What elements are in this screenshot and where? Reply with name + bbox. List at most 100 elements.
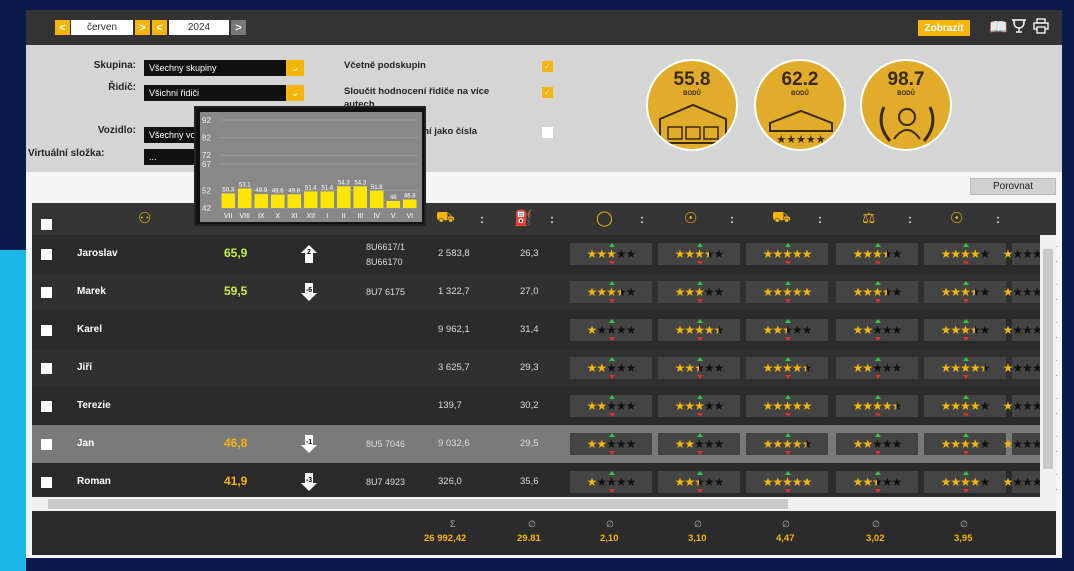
- vertical-scrollbar-thumb[interactable]: [1043, 249, 1053, 469]
- vcetne-podskupin-label: Včetně podskupin: [344, 60, 426, 71]
- chevron-down-icon: ⌄: [286, 85, 304, 101]
- table-row[interactable]: Roman 41,9 -3 8U7 4923 326,0 35,6 ★ ★ ★ ★ ★ ★ ★ ★ ★ ★ ★ ★…: [32, 463, 1057, 501]
- porovnat-button[interactable]: Porovnat: [970, 178, 1056, 195]
- table-row[interactable]: Terezie 139,7 30,2 ★ ★ ★ ★ ★ ★ ★ ★ ★ ★ ★ ★ ★ ★ ★ ★ ★ ★ ★ ★ ★ ★ ★ ★…: [32, 387, 1057, 425]
- consumption-value: 27,0: [520, 286, 539, 297]
- column-menu-icon[interactable]: :: [550, 212, 554, 226]
- trend-value: -3: [305, 477, 313, 484]
- chart-bar: [337, 186, 351, 208]
- avg-symbol: ∅: [872, 519, 880, 529]
- table-row[interactable]: Jaroslav 65,9 2 8U6617/1 8U66170 2 583,8 26,3 ★…: [32, 235, 1057, 273]
- table-row[interactable]: Karel 9 962,1 31,4 ★ ★ ★ ★ ★ ★ ★ ★ ★ ★ ★ ★ ★ ★ ★ ★ ★ ★ ★ ★ ★ ★ ★ ★…: [32, 311, 1057, 349]
- score-history-chart: 92827267524250.3VII53.1VIII49.9IX49.6X49…: [202, 116, 418, 220]
- month-select[interactable]: červen: [71, 20, 133, 35]
- column-menu-icon[interactable]: :: [908, 212, 912, 226]
- row-checkbox[interactable]: [41, 363, 52, 374]
- y-tick-label: 72: [202, 151, 211, 160]
- row-checkbox[interactable]: [41, 477, 52, 488]
- x-tick-label: III: [357, 213, 363, 220]
- next-month-button[interactable]: >: [135, 20, 150, 35]
- avg-symbol: ∅: [606, 519, 614, 529]
- col2-avg: 3,10: [688, 533, 707, 544]
- background-accent: [0, 250, 26, 571]
- prev-year-button[interactable]: <: [152, 20, 167, 35]
- driver-name: Marek: [77, 286, 106, 297]
- rating-stars: ★★★★★: [1003, 319, 1057, 341]
- fuel-icon[interactable]: ⛽: [514, 209, 533, 227]
- rating-stars: ★★★★★: [836, 281, 918, 303]
- skupina-select[interactable]: Všechny skupiny ⌄: [144, 60, 304, 76]
- horizontal-scrollbar[interactable]: [32, 497, 1056, 511]
- plate-number: 8U7 4923: [366, 477, 406, 487]
- next-year-button[interactable]: >: [231, 20, 246, 35]
- eco-icon[interactable]: ◯: [596, 209, 613, 227]
- truck-icon[interactable]: ⛟: [436, 209, 455, 228]
- x-tick-label: I: [326, 213, 328, 220]
- plate-number: 8U6617/1: [366, 242, 406, 252]
- chart-bar: [221, 193, 235, 208]
- print-icon[interactable]: [1033, 18, 1049, 38]
- app-window: < červen > < 2024 > Zobrazit 📖 Skupina: …: [26, 10, 1062, 558]
- column-menu-icon[interactable]: :: [640, 212, 644, 226]
- row-checkbox[interactable]: [41, 439, 52, 450]
- trend-value: 2: [307, 249, 311, 256]
- row-checkbox[interactable]: [41, 401, 52, 412]
- zobrazit-button[interactable]: Zobrazit: [918, 20, 970, 36]
- avg-symbol: ∅: [960, 519, 968, 529]
- book-icon[interactable]: 📖: [989, 18, 1008, 36]
- rating-stars: ★★★★★: [658, 471, 740, 493]
- vozidlo-label: Vozidlo:: [97, 125, 136, 136]
- vehicle-icon[interactable]: ⛟: [772, 209, 791, 228]
- column-menu-icon[interactable]: :: [480, 212, 484, 226]
- rating-stars: ★★★★★: [570, 243, 652, 265]
- rating-stars: ★★★★★: [924, 433, 1006, 455]
- km-value: 3 625,7: [438, 362, 470, 373]
- row-checkbox[interactable]: [41, 325, 52, 336]
- vertical-scrollbar[interactable]: [1040, 235, 1056, 497]
- column-menu-icon[interactable]: :: [996, 212, 1000, 226]
- ridic-label: Řidič:: [108, 82, 136, 93]
- rating-stars: ★★★★★: [746, 471, 828, 493]
- column-menu-icon[interactable]: :: [818, 212, 822, 226]
- consumption-value: 29,3: [520, 362, 539, 373]
- x-tick-label: VI: [406, 213, 413, 220]
- y-tick-label: 82: [202, 134, 211, 143]
- attention-icon[interactable]: ☉: [950, 209, 963, 227]
- rating-stars: ★★★★★: [570, 471, 652, 493]
- horizontal-scrollbar-thumb[interactable]: [48, 499, 788, 509]
- driver-icon[interactable]: ⚇: [138, 209, 151, 227]
- table-row[interactable]: Marek 59,5 -6 8U7 6175 1 322,7 27,0 ★ ★ ★ ★ ★ ★ ★ ★ ★ ★…: [32, 273, 1057, 311]
- year-select[interactable]: 2024: [169, 20, 229, 35]
- table-row[interactable]: Jan 46,8 -1 8U5 7046 9 032,6 29,5 ★ ★ ★ ★ ★ ★ ★ ★ ★ ★ ★ ★…: [32, 425, 1057, 463]
- rating-stars: ★★★★★: [570, 281, 652, 303]
- trophy-icon[interactable]: [1011, 18, 1027, 38]
- ridic-select[interactable]: Všichni řidiči ⌄: [144, 85, 304, 101]
- speed-icon[interactable]: ☉: [684, 209, 697, 227]
- zobrazit-cisla-checkbox[interactable]: [542, 127, 553, 138]
- column-menu-icon[interactable]: :: [730, 212, 734, 226]
- trend-down-icon: -3: [300, 472, 318, 492]
- bar-value-label: 51.4: [321, 185, 333, 191]
- driver-name: Roman: [77, 476, 111, 487]
- y-tick-label: 67: [202, 160, 211, 169]
- prev-month-button[interactable]: <: [55, 20, 70, 35]
- table-row[interactable]: Jiří 3 625,7 29,3 ★ ★ ★ ★ ★ ★ ★ ★ ★ ★ ★ ★ ★ ★ ★ ★ ★ ★ ★ ★ ★ ★ ★ ★ ★…: [32, 349, 1057, 387]
- chevron-down-icon: ⌄: [286, 60, 304, 76]
- chart-bar: [386, 200, 400, 208]
- km-value: 2 583,8: [438, 248, 470, 259]
- x-tick-label: IX: [258, 213, 265, 220]
- sloucit-checkbox[interactable]: ✓: [542, 87, 553, 98]
- driver-name: Karel: [77, 324, 103, 335]
- chart-bar: [287, 194, 301, 208]
- bar-value-label: 49.6: [272, 189, 284, 195]
- rating-stars: ★★★★★: [1003, 357, 1057, 379]
- rating-stars: ★★★★★: [1003, 471, 1057, 493]
- row-checkbox[interactable]: [41, 249, 52, 260]
- km-total: 26 992,42: [424, 533, 467, 544]
- table-footer: Σ 26 992,42 ∅ 29.81 ∅ 2,10 ∅ 3,10 ∅ 4,47…: [32, 511, 1056, 555]
- row-checkbox[interactable]: [41, 287, 52, 298]
- weight-icon[interactable]: ⚖: [862, 209, 875, 227]
- select-all-checkbox[interactable]: [41, 219, 52, 230]
- vcetne-podskupin-checkbox[interactable]: ✓: [542, 61, 553, 72]
- plate-number: 8U66170: [366, 257, 403, 267]
